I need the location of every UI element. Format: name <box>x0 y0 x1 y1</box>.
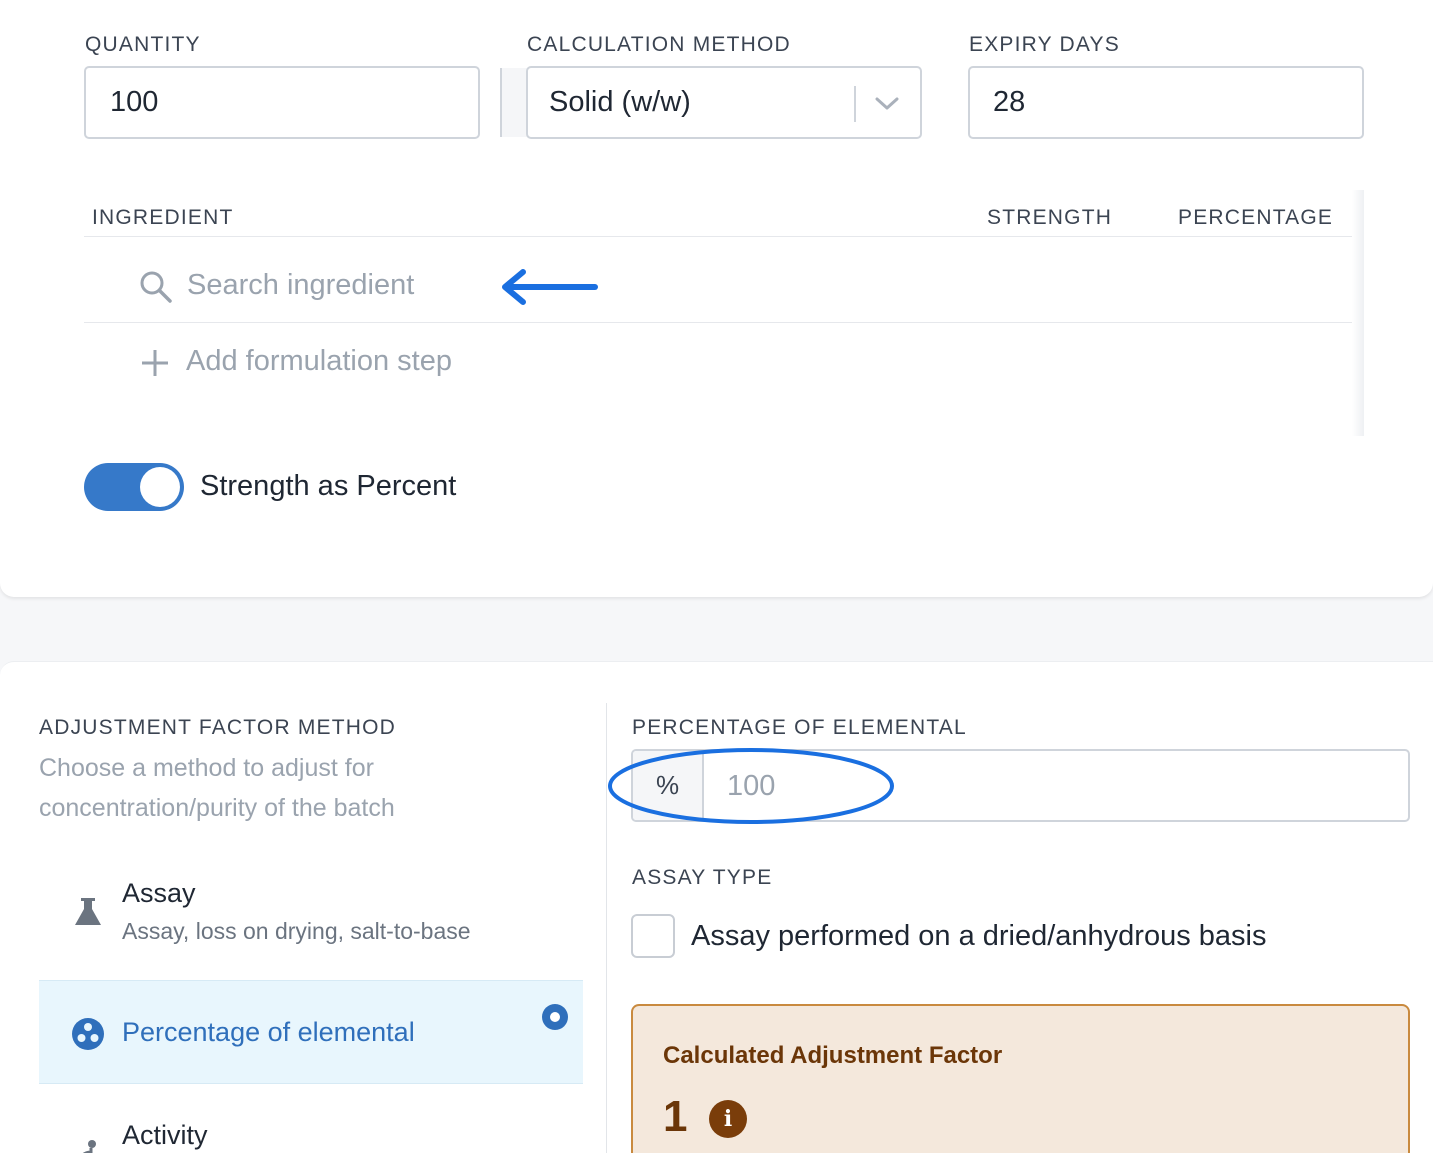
calculation-method-select[interactable]: Solid (w/w) <box>526 66 922 139</box>
expiry-days-field[interactable]: 28 <box>968 66 1364 139</box>
percentage-elemental-input[interactable]: 100 <box>727 770 775 803</box>
plus-icon <box>142 350 168 376</box>
table-header-divider <box>84 236 1354 237</box>
adjustment-description-line1: Choose a method to adjust for <box>39 754 374 782</box>
column-strength: STRENGTH <box>987 206 1113 229</box>
calculation-method-value: Solid (w/w) <box>549 86 691 118</box>
dried-basis-label: Assay performed on a dried/anhydrous bas… <box>691 920 1267 952</box>
search-ingredient-input[interactable]: Search ingredient <box>187 269 414 302</box>
method-item-percentage-of-elemental[interactable]: Percentage of elemental <box>39 980 583 1084</box>
percent-prefix: % <box>633 751 704 820</box>
radio-selected-icon[interactable] <box>541 1003 569 1031</box>
quantity-label: QUANTITY <box>85 33 201 56</box>
result-value: 1 <box>663 1092 688 1141</box>
table-scrollbar[interactable] <box>1352 190 1364 436</box>
column-ingredient: INGREDIENT <box>92 206 234 229</box>
add-formulation-step-button[interactable]: Add formulation step <box>130 340 490 386</box>
calculated-adjustment-factor-panel: Calculated Adjustment Factor 1 i <box>631 1004 1410 1153</box>
dried-basis-checkbox[interactable] <box>631 914 675 958</box>
info-icon[interactable]: i <box>709 1100 747 1138</box>
toggle-knob <box>140 467 180 507</box>
method-item-assay[interactable]: Assay Assay, loss on drying, salt-to-bas… <box>39 862 583 980</box>
method-assay-desc: Assay, loss on drying, salt-to-base <box>122 918 471 944</box>
column-percentage: PERCENTAGE <box>1178 206 1334 229</box>
quantity-value[interactable]: 100 <box>110 86 158 119</box>
expiry-days-value[interactable]: 28 <box>993 86 1025 119</box>
percentage-elemental-label: PERCENTAGE OF ELEMENTAL <box>632 716 967 739</box>
adjustment-method-title: ADJUSTMENT FACTOR METHOD <box>39 716 397 739</box>
calculation-method-label: CALCULATION METHOD <box>527 33 791 56</box>
strength-percent-label: Strength as Percent <box>200 470 457 502</box>
search-icon <box>140 271 172 303</box>
adjustment-description-line2: concentration/purity of the batch <box>39 794 395 822</box>
column-divider <box>606 703 607 1153</box>
strength-percent-toggle[interactable] <box>84 463 184 511</box>
method-item-activity[interactable]: Activity <box>39 1084 583 1153</box>
search-ingredient-row[interactable]: Search ingredient <box>84 240 1352 322</box>
result-title: Calculated Adjustment Factor <box>663 1042 1003 1069</box>
formulation-card: QUANTITY 100 g CALCULATION METHOD Solid … <box>0 0 1433 597</box>
activity-icon <box>82 1140 96 1153</box>
flask-icon <box>75 898 101 925</box>
percentage-elemental-field[interactable]: % 100 <box>631 749 1410 822</box>
method-activity-name: Activity <box>122 1120 208 1150</box>
select-divider <box>854 86 856 122</box>
expiry-days-label: EXPIRY DAYS <box>969 33 1120 56</box>
add-formulation-step-label: Add formulation step <box>186 345 452 377</box>
method-elemental-name: Percentage of elemental <box>122 1017 415 1047</box>
chevron-down-icon[interactable] <box>874 95 900 113</box>
method-assay-name: Assay <box>122 878 196 908</box>
assay-type-label: ASSAY TYPE <box>632 866 773 889</box>
quantity-field[interactable]: 100 g <box>84 66 564 139</box>
row-divider <box>84 322 1354 323</box>
elemental-icon <box>72 1018 104 1050</box>
